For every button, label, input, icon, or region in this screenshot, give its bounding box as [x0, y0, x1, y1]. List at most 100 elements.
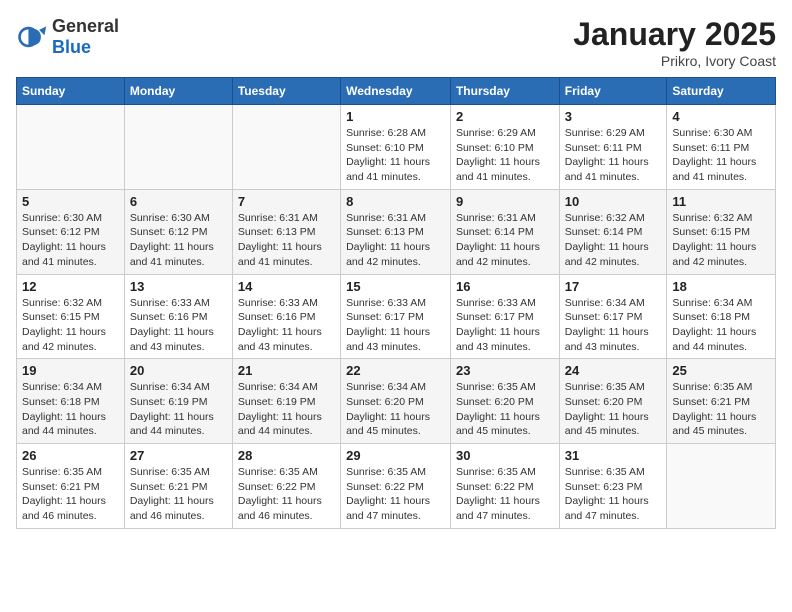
calendar-cell: 19 Sunrise: 6:34 AM Sunset: 6:18 PM Dayli… — [17, 359, 125, 444]
calendar-cell: 24 Sunrise: 6:35 AM Sunset: 6:20 PM Dayli… — [559, 359, 667, 444]
calendar-cell: 20 Sunrise: 6:34 AM Sunset: 6:19 PM Dayli… — [124, 359, 232, 444]
day-number: 31 — [565, 448, 662, 463]
calendar-cell: 14 Sunrise: 6:33 AM Sunset: 6:16 PM Dayli… — [232, 274, 340, 359]
day-number: 13 — [130, 279, 227, 294]
calendar-header: SundayMondayTuesdayWednesdayThursdayFrid… — [17, 78, 776, 105]
day-number: 9 — [456, 194, 554, 209]
day-info: Sunrise: 6:34 AM Sunset: 6:18 PM Dayligh… — [672, 296, 770, 355]
day-number: 28 — [238, 448, 335, 463]
day-info: Sunrise: 6:32 AM Sunset: 6:15 PM Dayligh… — [22, 296, 119, 355]
day-info: Sunrise: 6:30 AM Sunset: 6:11 PM Dayligh… — [672, 126, 770, 185]
calendar-cell: 28 Sunrise: 6:35 AM Sunset: 6:22 PM Dayli… — [232, 444, 340, 529]
day-number: 2 — [456, 109, 554, 124]
day-number: 12 — [22, 279, 119, 294]
calendar-cell: 10Sunrise: 6:32 AM Sunset: 6:14 PM Dayli… — [559, 189, 667, 274]
calendar-cell — [667, 444, 776, 529]
day-number: 29 — [346, 448, 445, 463]
page-header: General Blue January 2025 Prikro, Ivory … — [16, 16, 776, 69]
day-info: Sunrise: 6:33 AM Sunset: 6:16 PM Dayligh… — [130, 296, 227, 355]
logo-general-text: General — [52, 16, 119, 36]
calendar-cell: 25 Sunrise: 6:35 AM Sunset: 6:21 PM Dayli… — [667, 359, 776, 444]
day-number: 19 — [22, 363, 119, 378]
day-info: Sunrise: 6:29 AM Sunset: 6:10 PM Dayligh… — [456, 126, 554, 185]
day-number: 8 — [346, 194, 445, 209]
weekday-header: Monday — [124, 78, 232, 105]
day-number: 7 — [238, 194, 335, 209]
day-number: 26 — [22, 448, 119, 463]
day-info: Sunrise: 6:30 AM Sunset: 6:12 PM Dayligh… — [22, 211, 119, 270]
day-number: 24 — [565, 363, 662, 378]
calendar-cell: 26 Sunrise: 6:35 AM Sunset: 6:21 PM Dayli… — [17, 444, 125, 529]
weekday-header: Thursday — [450, 78, 559, 105]
day-number: 20 — [130, 363, 227, 378]
day-info: Sunrise: 6:34 AM Sunset: 6:20 PM Dayligh… — [346, 380, 445, 439]
calendar-cell: 22 Sunrise: 6:34 AM Sunset: 6:20 PM Dayli… — [341, 359, 451, 444]
calendar-cell: 31 Sunrise: 6:35 AM Sunset: 6:23 PM Dayli… — [559, 444, 667, 529]
day-info: Sunrise: 6:33 AM Sunset: 6:17 PM Dayligh… — [456, 296, 554, 355]
day-number: 30 — [456, 448, 554, 463]
day-number: 5 — [22, 194, 119, 209]
day-number: 23 — [456, 363, 554, 378]
day-info: Sunrise: 6:33 AM Sunset: 6:16 PM Dayligh… — [238, 296, 335, 355]
calendar-cell: 27Sunrise: 6:35 AM Sunset: 6:21 PM Dayli… — [124, 444, 232, 529]
day-info: Sunrise: 6:35 AM Sunset: 6:22 PM Dayligh… — [238, 465, 335, 524]
calendar-cell: 7Sunrise: 6:31 AM Sunset: 6:13 PM Daylig… — [232, 189, 340, 274]
day-number: 4 — [672, 109, 770, 124]
day-info: Sunrise: 6:35 AM Sunset: 6:23 PM Dayligh… — [565, 465, 662, 524]
day-info: Sunrise: 6:29 AM Sunset: 6:11 PM Dayligh… — [565, 126, 662, 185]
day-info: Sunrise: 6:32 AM Sunset: 6:15 PM Dayligh… — [672, 211, 770, 270]
calendar-cell: 8 Sunrise: 6:31 AM Sunset: 6:13 PM Daylig… — [341, 189, 451, 274]
day-info: Sunrise: 6:35 AM Sunset: 6:20 PM Dayligh… — [565, 380, 662, 439]
day-info: Sunrise: 6:28 AM Sunset: 6:10 PM Dayligh… — [346, 126, 445, 185]
day-info: Sunrise: 6:35 AM Sunset: 6:21 PM Dayligh… — [672, 380, 770, 439]
day-number: 22 — [346, 363, 445, 378]
day-number: 18 — [672, 279, 770, 294]
calendar-cell: 12 Sunrise: 6:32 AM Sunset: 6:15 PM Dayli… — [17, 274, 125, 359]
calendar-cell: 18 Sunrise: 6:34 AM Sunset: 6:18 PM Dayli… — [667, 274, 776, 359]
day-number: 17 — [565, 279, 662, 294]
day-number: 21 — [238, 363, 335, 378]
calendar-cell: 1Sunrise: 6:28 AM Sunset: 6:10 PM Daylig… — [341, 105, 451, 190]
day-info: Sunrise: 6:31 AM Sunset: 6:14 PM Dayligh… — [456, 211, 554, 270]
calendar-cell: 11 Sunrise: 6:32 AM Sunset: 6:15 PM Dayli… — [667, 189, 776, 274]
logo-blue-text: Blue — [52, 37, 91, 57]
day-number: 11 — [672, 194, 770, 209]
calendar-cell: 30Sunrise: 6:35 AM Sunset: 6:22 PM Dayli… — [450, 444, 559, 529]
day-info: Sunrise: 6:34 AM Sunset: 6:19 PM Dayligh… — [238, 380, 335, 439]
day-info: Sunrise: 6:34 AM Sunset: 6:18 PM Dayligh… — [22, 380, 119, 439]
day-info: Sunrise: 6:33 AM Sunset: 6:17 PM Dayligh… — [346, 296, 445, 355]
day-info: Sunrise: 6:35 AM Sunset: 6:21 PM Dayligh… — [22, 465, 119, 524]
calendar-cell: 23 Sunrise: 6:35 AM Sunset: 6:20 PM Dayli… — [450, 359, 559, 444]
calendar-cell: 17 Sunrise: 6:34 AM Sunset: 6:17 PM Dayli… — [559, 274, 667, 359]
day-info: Sunrise: 6:30 AM Sunset: 6:12 PM Dayligh… — [130, 211, 227, 270]
day-info: Sunrise: 6:31 AM Sunset: 6:13 PM Dayligh… — [346, 211, 445, 270]
logo: General Blue — [16, 16, 119, 58]
title-block: January 2025 Prikro, Ivory Coast — [573, 16, 776, 69]
day-number: 16 — [456, 279, 554, 294]
calendar-cell: 4 Sunrise: 6:30 AM Sunset: 6:11 PM Daylig… — [667, 105, 776, 190]
day-info: Sunrise: 6:34 AM Sunset: 6:19 PM Dayligh… — [130, 380, 227, 439]
calendar-cell: 21 Sunrise: 6:34 AM Sunset: 6:19 PM Dayli… — [232, 359, 340, 444]
calendar-cell: 29 Sunrise: 6:35 AM Sunset: 6:22 PM Dayli… — [341, 444, 451, 529]
calendar-cell: 3 Sunrise: 6:29 AM Sunset: 6:11 PM Daylig… — [559, 105, 667, 190]
day-number: 27 — [130, 448, 227, 463]
calendar-cell: 6 Sunrise: 6:30 AM Sunset: 6:12 PM Daylig… — [124, 189, 232, 274]
day-number: 25 — [672, 363, 770, 378]
calendar-cell: 16 Sunrise: 6:33 AM Sunset: 6:17 PM Dayli… — [450, 274, 559, 359]
location-subtitle: Prikro, Ivory Coast — [573, 53, 776, 69]
calendar-cell: 13 Sunrise: 6:33 AM Sunset: 6:16 PM Dayli… — [124, 274, 232, 359]
weekday-header: Friday — [559, 78, 667, 105]
calendar-table: SundayMondayTuesdayWednesdayThursdayFrid… — [16, 77, 776, 529]
day-number: 14 — [238, 279, 335, 294]
day-info: Sunrise: 6:35 AM Sunset: 6:20 PM Dayligh… — [456, 380, 554, 439]
day-info: Sunrise: 6:35 AM Sunset: 6:22 PM Dayligh… — [346, 465, 445, 524]
day-info: Sunrise: 6:34 AM Sunset: 6:17 PM Dayligh… — [565, 296, 662, 355]
weekday-header: Tuesday — [232, 78, 340, 105]
day-number: 3 — [565, 109, 662, 124]
calendar-cell: 9 Sunrise: 6:31 AM Sunset: 6:14 PM Daylig… — [450, 189, 559, 274]
weekday-header: Wednesday — [341, 78, 451, 105]
calendar-cell — [124, 105, 232, 190]
day-number: 6 — [130, 194, 227, 209]
calendar-cell — [17, 105, 125, 190]
month-title: January 2025 — [573, 16, 776, 53]
